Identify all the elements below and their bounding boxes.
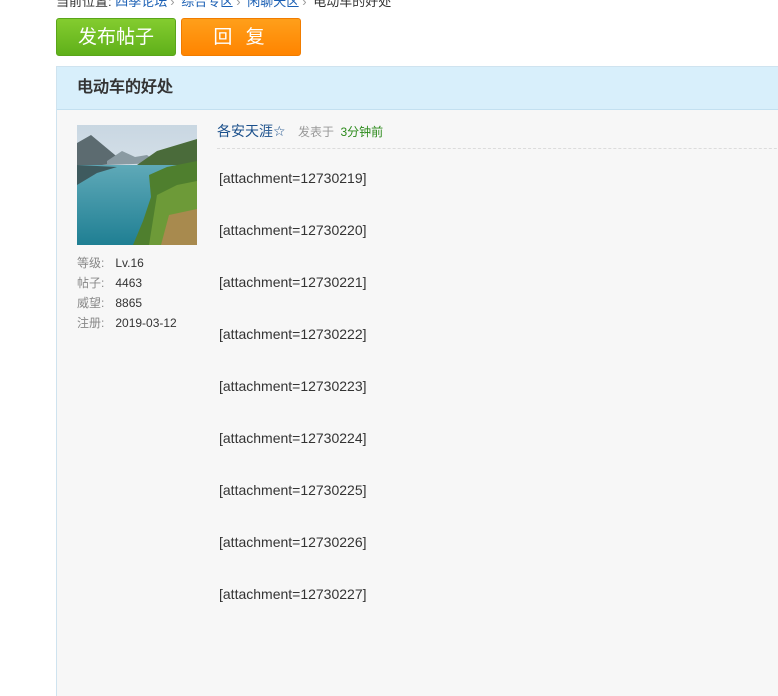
post-meta: 各安天涯☆ 发表于 3分钟前	[217, 119, 778, 149]
attachment-tag: [attachment=12730226]	[219, 534, 367, 550]
stat-value: Lv.16	[115, 256, 144, 270]
post-content: 各安天涯☆ 发表于 3分钟前 [attachment=12730219] [at…	[217, 119, 778, 637]
attachment-tag: [attachment=12730224]	[219, 430, 367, 446]
avatar[interactable]	[77, 125, 197, 245]
author-stats: 等级: Lv.16 帖子: 4463 威望: 8865 注册: 2019-03-…	[77, 253, 202, 333]
stat-registered: 注册: 2019-03-12	[77, 313, 202, 333]
breadcrumb-item-board[interactable]: 闲聊天区	[247, 0, 299, 9]
stat-value: 8865	[115, 296, 143, 310]
new-post-button[interactable]: 发布帖子	[56, 18, 176, 56]
breadcrumb-item-section[interactable]: 综合专区	[181, 0, 233, 9]
reply-button[interactable]: 回 复	[181, 18, 301, 56]
stat-value: 2019-03-12	[115, 316, 177, 330]
attachment-tag: [attachment=12730222]	[219, 326, 367, 342]
stat-label: 等级:	[77, 256, 105, 270]
breadcrumb-separator: ›	[170, 0, 175, 9]
posted-time: 3分钟前	[340, 125, 384, 139]
stat-posts: 帖子: 4463	[77, 273, 202, 293]
thread-title: 电动车的好处	[57, 67, 778, 110]
breadcrumb-prefix: 当前位置:	[56, 0, 112, 9]
stat-value: 4463	[115, 276, 143, 290]
attachment-tag: [attachment=12730223]	[219, 378, 367, 394]
attachment-tag: [attachment=12730219]	[219, 170, 367, 186]
post-body: [attachment=12730219] [attachment=127302…	[217, 149, 778, 637]
attachment-tag: [attachment=12730221]	[219, 274, 367, 290]
posted-label: 发表于	[298, 125, 335, 139]
breadcrumb-item-current: 电动车的好处	[313, 0, 392, 9]
author-info: 等级: Lv.16 帖子: 4463 威望: 8865 注册: 2019-03-…	[77, 125, 202, 333]
breadcrumb: 当前位置: 四季论坛 › 综合专区 › 闲聊天区 › 电动车的好处	[56, 0, 391, 10]
attachment-tag: [attachment=12730225]	[219, 482, 367, 498]
author-name-link[interactable]: 各安天涯☆	[217, 123, 286, 139]
breadcrumb-separator: ›	[302, 0, 307, 9]
stat-label: 帖子:	[77, 276, 105, 290]
thread-actions: 发布帖子 回 复	[56, 18, 301, 56]
stat-level: 等级: Lv.16	[77, 253, 202, 273]
attachment-tag: [attachment=12730220]	[219, 222, 367, 238]
forum-page: 当前位置: 四季论坛 › 综合专区 › 闲聊天区 › 电动车的好处 发布帖子 回 复 …	[0, 0, 778, 696]
attachment-tag: [attachment=12730227]	[219, 586, 367, 602]
breadcrumb-item-forum[interactable]: 四季论坛	[115, 0, 167, 9]
breadcrumb-separator: ›	[236, 0, 241, 9]
stat-label: 威望:	[77, 296, 105, 310]
stat-label: 注册:	[77, 316, 105, 330]
thread-panel: 电动车的好处 等级: Lv.16 帖子: 4463 威望: 8865 注册: 2…	[56, 66, 778, 696]
stat-prestige: 威望: 8865	[77, 293, 202, 313]
